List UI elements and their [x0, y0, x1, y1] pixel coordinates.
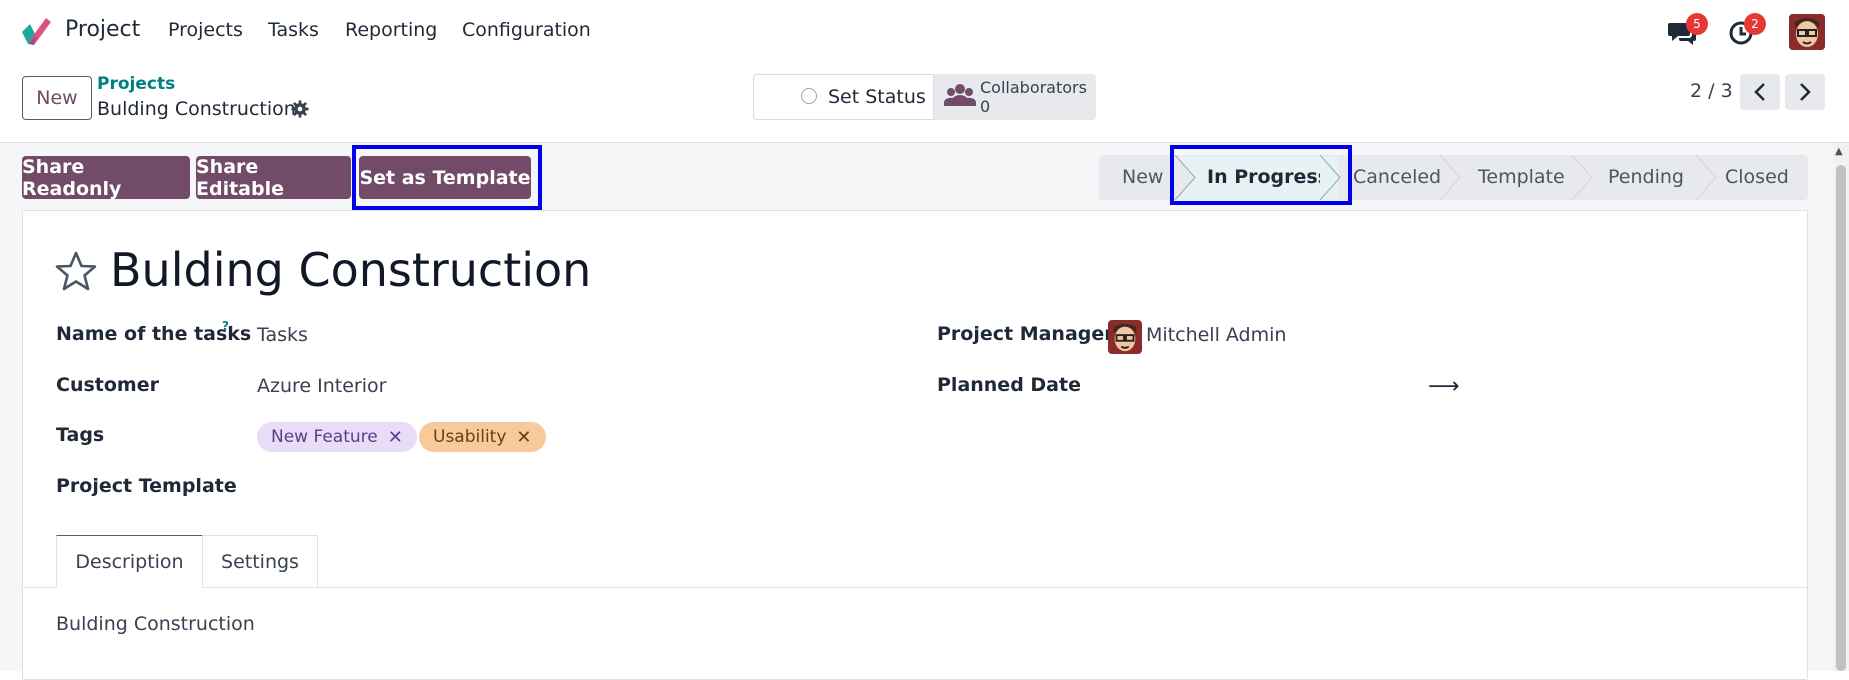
menu-reporting[interactable]: Reporting — [345, 19, 437, 41]
stage-separator-icon — [1440, 155, 1461, 200]
user-avatar-face-icon — [1789, 14, 1825, 50]
customer-label: Customer — [56, 374, 159, 396]
top-navbar: Project Projects Tasks Reporting Configu… — [0, 0, 1849, 62]
project-template-label: Project Template — [56, 475, 237, 497]
breadcrumb-current: Bulding Construction — [97, 98, 296, 120]
stage-pending[interactable]: Pending — [1608, 166, 1684, 188]
pager-next-button[interactable] — [1785, 74, 1825, 110]
new-record-button[interactable]: New — [22, 76, 92, 120]
customer-field[interactable]: Azure Interior — [257, 375, 386, 397]
gear-icon[interactable] — [291, 100, 309, 118]
star-icon[interactable] — [54, 250, 98, 292]
stage-closed[interactable]: Closed — [1725, 166, 1789, 188]
project-app-logo-icon[interactable] — [20, 16, 52, 46]
tag-label: New Feature — [271, 427, 378, 447]
menu-configuration[interactable]: Configuration — [462, 19, 591, 41]
app-name[interactable]: Project — [65, 17, 140, 42]
tag-label: Usability — [433, 427, 507, 447]
users-icon — [944, 84, 976, 106]
project-manager-avatar — [1108, 320, 1142, 354]
description-content[interactable]: Bulding Construction — [56, 613, 255, 635]
tags-label: Tags — [56, 424, 105, 446]
pager-previous-button[interactable] — [1740, 74, 1780, 110]
user-avatar[interactable] — [1789, 14, 1825, 50]
breadcrumb-projects[interactable]: Projects — [97, 74, 175, 94]
set-status-button[interactable]: Set Status — [828, 86, 926, 108]
tag-new-feature[interactable]: New Feature ✕ — [257, 422, 417, 452]
stage-separator-icon — [1572, 155, 1593, 200]
name-of-tasks-field[interactable]: Tasks — [257, 324, 308, 346]
remove-tag-icon[interactable]: ✕ — [516, 427, 531, 448]
activities-badge: 2 — [1744, 13, 1766, 35]
stage-template[interactable]: Template — [1478, 166, 1565, 188]
pager-value[interactable]: 2 / 3 — [1690, 80, 1733, 102]
stage-new[interactable]: New — [1122, 166, 1163, 188]
share-readonly-button[interactable]: Share Readonly — [22, 156, 190, 200]
share-editable-button[interactable]: Share Editable — [196, 156, 351, 200]
stage-arrow-active-icon — [1320, 155, 1341, 200]
chevron-left-icon — [1754, 83, 1765, 101]
stage-canceled[interactable]: Canceled — [1353, 166, 1441, 188]
stage-arrow-left-icon — [1175, 155, 1196, 200]
stage-separator-icon — [1696, 155, 1717, 200]
collaborators-label: Collaborators — [980, 78, 1087, 97]
collaborators-count: 0 — [980, 97, 991, 116]
chevron-right-icon — [1800, 83, 1811, 101]
messages-badge: 5 — [1686, 13, 1708, 35]
tag-usability[interactable]: Usability ✕ — [419, 422, 546, 452]
menu-projects[interactable]: Projects — [168, 19, 243, 41]
scrollbar-thumb[interactable] — [1836, 165, 1846, 671]
remove-tag-icon[interactable]: ✕ — [388, 427, 403, 448]
tab-settings[interactable]: Settings — [202, 535, 318, 588]
menu-tasks[interactable]: Tasks — [268, 19, 319, 41]
project-manager-field[interactable]: Mitchell Admin — [1146, 324, 1286, 346]
help-tooltip-icon[interactable]: ? — [222, 319, 229, 333]
tab-description[interactable]: Description — [56, 535, 203, 588]
status-radio[interactable] — [801, 88, 817, 104]
set-as-template-button[interactable]: Set as Template — [359, 156, 531, 199]
project-manager-label: Project Manager — [937, 323, 1114, 345]
planned-date-label: Planned Date — [937, 374, 1081, 396]
scroll-up-icon[interactable]: ▲ — [1835, 146, 1843, 157]
date-range-arrow-icon: ⟶ — [1428, 374, 1460, 399]
record-title[interactable]: Bulding Construction — [110, 243, 591, 297]
stage-in-progress[interactable]: In Progress — [1207, 166, 1329, 188]
manager-avatar-face-icon — [1108, 320, 1142, 354]
